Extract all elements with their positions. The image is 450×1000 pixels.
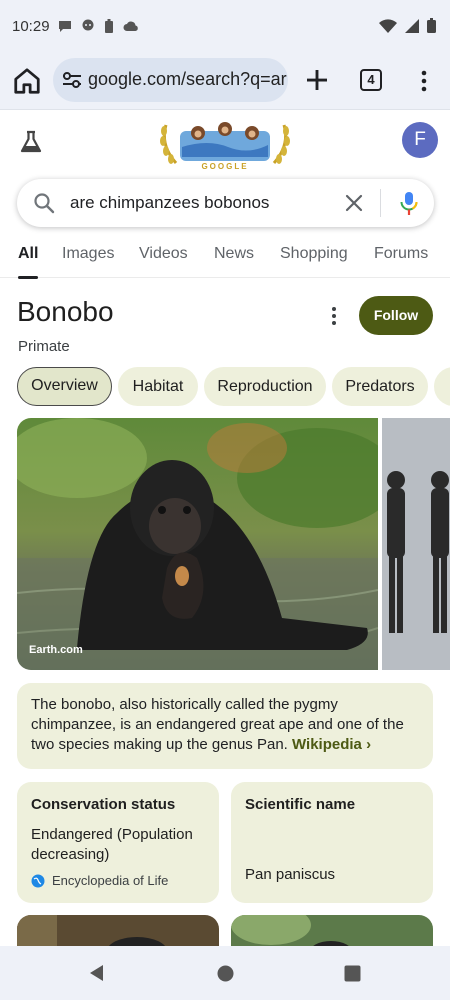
bonobo-photo-illustration [17, 418, 378, 670]
message-icon [59, 21, 71, 32]
follow-button[interactable]: Follow [359, 296, 433, 335]
chip-overview[interactable]: Overview [17, 367, 112, 406]
entity-subtitle: Primate [18, 338, 70, 355]
more-options-icon[interactable] [322, 304, 346, 328]
bonobo-photo[interactable]: Earth.com [17, 418, 378, 670]
new-tab-icon[interactable] [302, 65, 332, 95]
signal-icon [405, 18, 419, 33]
fact-title: Scientific name [245, 796, 356, 813]
home-nav-icon[interactable] [217, 965, 234, 982]
status-bar: 10:29 [0, 0, 450, 56]
home-icon[interactable] [12, 66, 42, 96]
wikipedia-link[interactable]: Wikipedia › [292, 736, 371, 753]
google-doodle-logo[interactable]: GOOGLE [158, 117, 292, 171]
search-tabs: All Images Videos News Shopping Forums [0, 236, 450, 279]
search-icon [34, 193, 55, 214]
scientific-name-card[interactable]: Scientific name Pan paniscus [231, 782, 433, 903]
clear-icon[interactable] [342, 191, 366, 215]
chip-habitat[interactable]: Habitat [118, 367, 198, 406]
system-nav-bar [0, 946, 450, 1000]
tab-switcher-button[interactable]: 4 [360, 69, 382, 91]
status-time: 10:29 [12, 18, 50, 35]
tab-news[interactable]: News [214, 245, 254, 263]
search-divider [380, 189, 381, 217]
url-text[interactable]: google.com/search?q=ar [88, 69, 287, 90]
topic-chips: Overview Habitat Reproduction Predators [17, 367, 450, 407]
fact-value: Endangered (Population decreasing) [31, 826, 193, 863]
more-menu-icon[interactable] [412, 67, 436, 95]
tab-images[interactable]: Images [62, 245, 114, 263]
voice-search-icon[interactable] [397, 190, 421, 216]
wifi-icon [379, 18, 397, 33]
description-card: The bonobo, also historically called the… [17, 683, 433, 769]
battery-icon [427, 18, 436, 33]
browser-toolbar: google.com/search?q=ar 4 [0, 56, 450, 110]
site-settings-icon[interactable] [62, 71, 82, 89]
wikipedia-link-label[interactable]: Wikipedia [292, 736, 362, 753]
chip-reproduction[interactable]: Reproduction [204, 367, 326, 406]
fact-value: Pan paniscus [245, 866, 336, 883]
chip-predators[interactable]: Predators [332, 367, 428, 406]
tab-shopping[interactable]: Shopping [280, 245, 348, 263]
svg-text:GOOGLE: GOOGLE [201, 162, 248, 171]
fact-title: Conservation status [31, 796, 176, 813]
tab-videos[interactable]: Videos [139, 245, 188, 263]
address-bar[interactable]: google.com/search?q=ar [53, 58, 288, 102]
chip-more[interactable] [434, 367, 450, 406]
chevron-right-icon: › [366, 736, 372, 753]
cloud-icon [123, 21, 138, 31]
labs-flask-icon[interactable] [17, 128, 45, 156]
battery-alert-icon [105, 19, 113, 33]
back-icon[interactable] [88, 964, 104, 982]
search-box[interactable]: are chimpanzees bobonos [17, 179, 434, 227]
conservation-status-card[interactable]: Conservation status Endangered (Populati… [17, 782, 219, 903]
entity-title: Bonobo [17, 296, 114, 327]
chat-icon [82, 19, 94, 31]
recents-icon[interactable] [344, 965, 361, 982]
search-input[interactable]: are chimpanzees bobonos [70, 193, 269, 213]
account-avatar[interactable]: F [402, 122, 438, 158]
image-credit: Earth.com [29, 644, 83, 656]
tab-all[interactable]: All [18, 245, 39, 279]
globe-icon [31, 874, 45, 887]
comparison-illustration [382, 418, 450, 670]
fact-source[interactable]: Encyclopedia of Life [52, 873, 168, 888]
bonobo-comparison-photo[interactable] [382, 418, 450, 670]
tab-forums[interactable]: Forums [374, 245, 428, 263]
